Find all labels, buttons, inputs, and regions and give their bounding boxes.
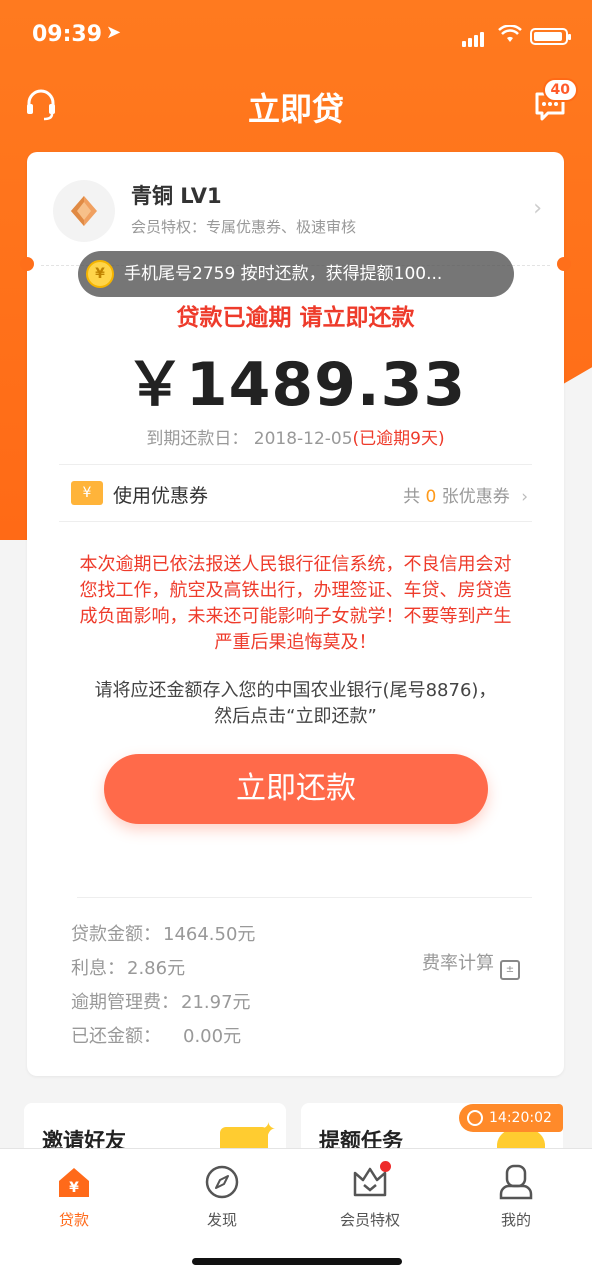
home-icon: ¥ (55, 1163, 93, 1201)
crown-icon (351, 1161, 391, 1201)
compass-icon (203, 1163, 241, 1201)
interest-label: 利息： (71, 958, 125, 979)
repay-amount: ￥1489.33 (124, 350, 467, 420)
card-notch-right (557, 257, 571, 271)
coupon-row[interactable]: ¥ 使用优惠券 共 0 张优惠券 › (59, 465, 532, 521)
svg-text:¥: ¥ (69, 1180, 79, 1196)
status-time: 09:39 (32, 22, 103, 47)
due-date: 2018-12-05 (253, 429, 353, 449)
timer-text: 14:20:02 (489, 1110, 552, 1126)
tab-label: 我的 (500, 1211, 531, 1229)
credit-warning: 本次逾期已依法报送人民银行征信系统，不良信用会对您找工作，航空及高铁出行，办理签… (79, 554, 512, 653)
chevron-right-icon: › (521, 487, 528, 507)
overdue-days: (已逾期9天) (352, 429, 445, 449)
member-level-row[interactable]: 青铜 LV1 会员特权：专属优惠券、极速审核 › (27, 152, 564, 264)
principal-value: 1464.50元 (163, 924, 256, 945)
level-avatar (53, 180, 115, 242)
page-title: 立即贷 (247, 90, 344, 128)
tab-label: 发现 (206, 1211, 237, 1229)
coupon-count: 共 0 张优惠券 › (403, 482, 528, 507)
tab-member[interactable]: 会员特权 (320, 1161, 420, 1230)
toast-text: 手机尾号2759 按时还款，获得提额100... (124, 264, 443, 284)
interest-row: 利息： 2.86元 (71, 952, 255, 986)
fee-value: 21.97元 (181, 992, 251, 1013)
loan-details: 贷款金额： 1464.50元 利息： 2.86元 逾期管理费： 21.97元 已还金额… (71, 918, 255, 1054)
message-badge: 40 (542, 78, 578, 102)
clock-icon (467, 1110, 483, 1126)
principal-label: 贷款金额： (71, 924, 161, 945)
due-label: 到期还款日： (146, 429, 249, 449)
tab-label: 贷款 (58, 1211, 89, 1229)
notification-dot (380, 1161, 391, 1172)
repaid-value: 0.00元 (183, 1026, 242, 1047)
repay-instruction: 请将应还金额存入您的中国农业银行(尾号8876)，然后点击“立即还款” (94, 680, 497, 727)
app-header: 立即贷 40 (0, 70, 592, 140)
level-desc: 会员特权：专属优惠券、极速审核 (131, 218, 357, 236)
battery-icon (530, 28, 571, 45)
tab-label: 会员特权 (339, 1211, 400, 1229)
user-icon (497, 1163, 535, 1201)
signal-icon (462, 28, 486, 47)
repaid-row: 已还金额： 0.00元 (71, 1020, 255, 1054)
divider (59, 521, 532, 522)
status-bar: 09:39 ➤ (0, 0, 592, 70)
principal-row: 贷款金额： 1464.50元 (71, 918, 255, 952)
divider (77, 897, 532, 898)
rate-calc-link[interactable]: 费率计算 ± (422, 949, 520, 980)
level-name: 青铜 LV1 (131, 184, 222, 208)
task-timer: 14:20:02 (459, 1104, 563, 1132)
coupon-label: 使用优惠券 (113, 485, 209, 507)
location-arrow-icon: ➤ (106, 22, 122, 43)
repay-now-button[interactable]: 立即还款 (104, 754, 488, 824)
coupon-number: 0 (425, 487, 437, 507)
tab-loan[interactable]: ¥ 贷款 (24, 1163, 124, 1230)
calculator-icon: ± (500, 960, 520, 980)
interest-value: 2.86元 (127, 958, 186, 979)
bronze-gem-icon (71, 196, 97, 226)
chevron-right-icon: › (533, 196, 542, 221)
repaid-label: 已还金额： (71, 1026, 161, 1047)
coupon-prefix: 共 (403, 487, 421, 507)
rate-calc-label: 费率计算 (422, 953, 494, 974)
tab-discover[interactable]: 发现 (172, 1163, 272, 1230)
home-indicator (192, 1258, 402, 1265)
sparkle-icon: ✦ (260, 1119, 276, 1140)
due-date-row: 到期还款日： 2018-12-05(已逾期9天) (27, 424, 564, 449)
coin-icon: ¥ (86, 260, 114, 288)
card-notch-left (20, 257, 34, 271)
coupon-suffix: 张优惠券 (441, 487, 510, 507)
coupon-icon: ¥ (71, 481, 103, 505)
fee-row: 逾期管理费： 21.97元 (71, 986, 255, 1020)
overdue-notice: 贷款已逾期 请立即还款 (176, 305, 415, 331)
fee-label: 逾期管理费： (71, 992, 179, 1013)
wifi-icon (498, 24, 522, 48)
repay-toast: ¥ 手机尾号2759 按时还款，获得提额100... (78, 251, 514, 297)
tab-mine[interactable]: 我的 (466, 1163, 566, 1230)
